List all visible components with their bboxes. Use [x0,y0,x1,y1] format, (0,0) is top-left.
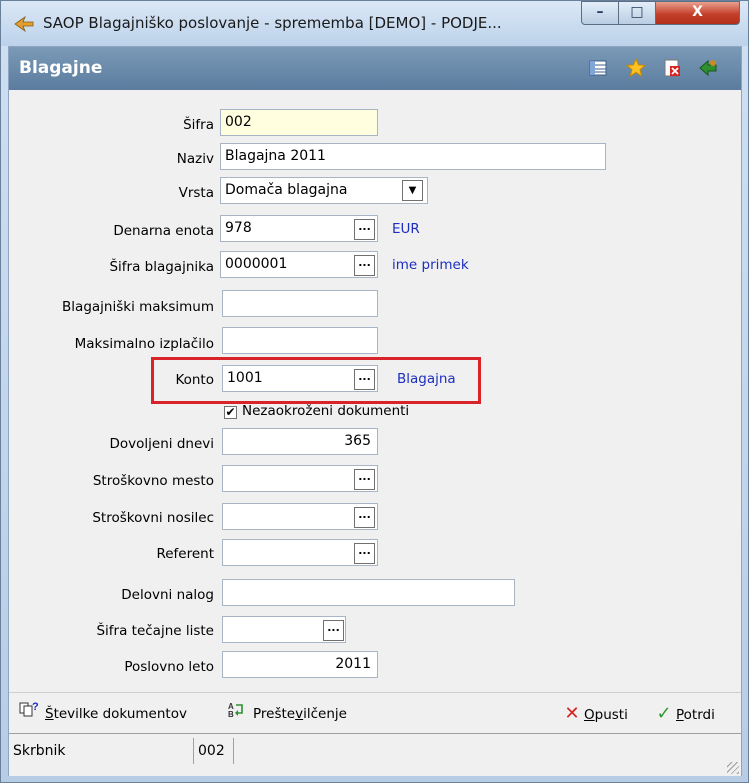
maksimalno-izplacilo-field[interactable] [222,327,378,354]
konto-lookup-button[interactable]: ... [354,369,375,390]
sifra-blagajnika-lookup-button[interactable]: ... [354,255,375,276]
maksimalno-izplacilo-label: Maksimalno izplačilo [74,336,214,352]
sifra-tecajne-liste-label: Šifra tečajne liste [96,623,214,639]
potrdi-button[interactable]: ✓ Potrdi [654,700,715,728]
denarna-enota-description: EUR [392,221,420,237]
status-user-value: 002 [194,738,234,764]
vrsta-label: Vrsta [178,185,214,201]
minimize-icon: – [596,4,604,20]
stroskovno-mesto-lookup-button[interactable]: ... [354,469,375,490]
panel-title: Blagajne [19,58,103,78]
divider [9,692,741,693]
renumber-icon: AB [227,700,247,728]
opusti-label: pusti [594,707,628,723]
sifra-blagajnika-label: Šifra blagajnika [109,259,214,275]
blagajniski-maksimum-label: Blagajniški maksimum [62,299,214,315]
sifra-tecajne-liste-lookup-button[interactable]: ... [323,620,344,641]
title-bar[interactable]: SAOP Blagajniško poslovanje - sprememba … [1,1,748,46]
konto-description: Blagajna [397,371,456,387]
window-title: SAOP Blagajniško poslovanje - sprememba … [43,14,502,32]
document-help-icon: ? [19,700,39,728]
status-user-label: Skrbnik [9,738,194,764]
denarna-enota-label: Denarna enota [113,223,214,239]
stroskovni-nosilec-label: Stroškovni nosilec [92,510,214,526]
nezaokrozeni-label: Nezaokroženi dokumenti [242,403,410,419]
potrdi-accel: P [676,707,684,723]
delovni-nalog-field[interactable] [222,579,515,606]
stroskovni-nosilec-lookup-button[interactable]: ... [354,507,375,528]
status-empty [234,738,734,764]
app-window: SAOP Blagajniško poslovanje - sprememba … [0,0,749,783]
minimize-button[interactable]: – [581,1,619,25]
vrsta-select[interactable]: Domača blagajna [220,177,428,204]
sifra-label: Šifra [183,117,214,133]
naziv-label: Naziv [176,151,214,167]
cancel-x-icon: ✕ [564,703,580,724]
dovoljeni-dnevi-field[interactable]: 365 [222,428,378,455]
form-panel: Blagajne Šifra 002 Naziv Blagajna 2011 V… [8,46,742,776]
prestevilcenje-button[interactable]: AB Preštevilčenje [227,700,347,728]
close-icon: X [692,4,703,20]
maximize-icon: □ [630,4,644,20]
poslovno-leto-field[interactable]: 2011 [222,651,378,678]
nezaokrozeni-checkbox[interactable]: ✔ [224,406,237,419]
table-icon[interactable] [587,58,609,80]
dovoljeni-dnevi-label: Dovoljeni dnevi [109,436,214,452]
potrdi-label: otrdi [683,707,715,723]
app-icon [14,15,34,33]
poslovno-leto-label: Poslovno leto [124,659,214,675]
opusti-accel: O [584,707,595,723]
delovni-nalog-label: Delovni nalog [121,587,214,603]
referent-lookup-button[interactable]: ... [354,543,375,564]
stevilke-accel: Š [45,706,54,722]
denarna-enota-lookup-button[interactable]: ... [354,219,375,240]
blagajniski-maksimum-field[interactable] [222,290,378,317]
chevron-down-icon[interactable]: ▼ [402,180,423,201]
prestevilcenje-accel: v [295,706,304,722]
svg-text:?: ? [32,701,39,713]
referent-label: Referent [156,546,214,562]
konto-label: Konto [175,372,214,388]
stroskovno-mesto-label: Stroškovno mesto [92,473,214,489]
naziv-field[interactable]: Blagajna 2011 [220,143,606,170]
sifra-field[interactable]: 002 [220,109,378,136]
sifra-blagajnika-description: ime primek [392,257,469,273]
opusti-button[interactable]: ✕ Opusti [562,700,628,728]
maximize-button[interactable]: □ [618,1,656,25]
resize-grip[interactable] [727,762,739,774]
prestevilcenje-label-b: ilčenje [303,706,347,722]
status-bar: Skrbnik 002 [9,733,741,776]
close-button[interactable]: X [655,1,740,25]
svg-text:B: B [228,710,234,718]
panel-header: Blagajne [9,47,741,90]
stevilke-label: tevilke dokumentov [53,706,187,722]
stevilke-dokumentov-button[interactable]: ? Številke dokumentov [19,700,187,728]
delete-icon[interactable] [661,58,683,80]
star-icon[interactable] [625,57,647,80]
exit-icon[interactable] [697,58,719,80]
prestevilcenje-label-a: Prešte [253,706,296,722]
checkmark-icon: ✓ [656,703,672,724]
